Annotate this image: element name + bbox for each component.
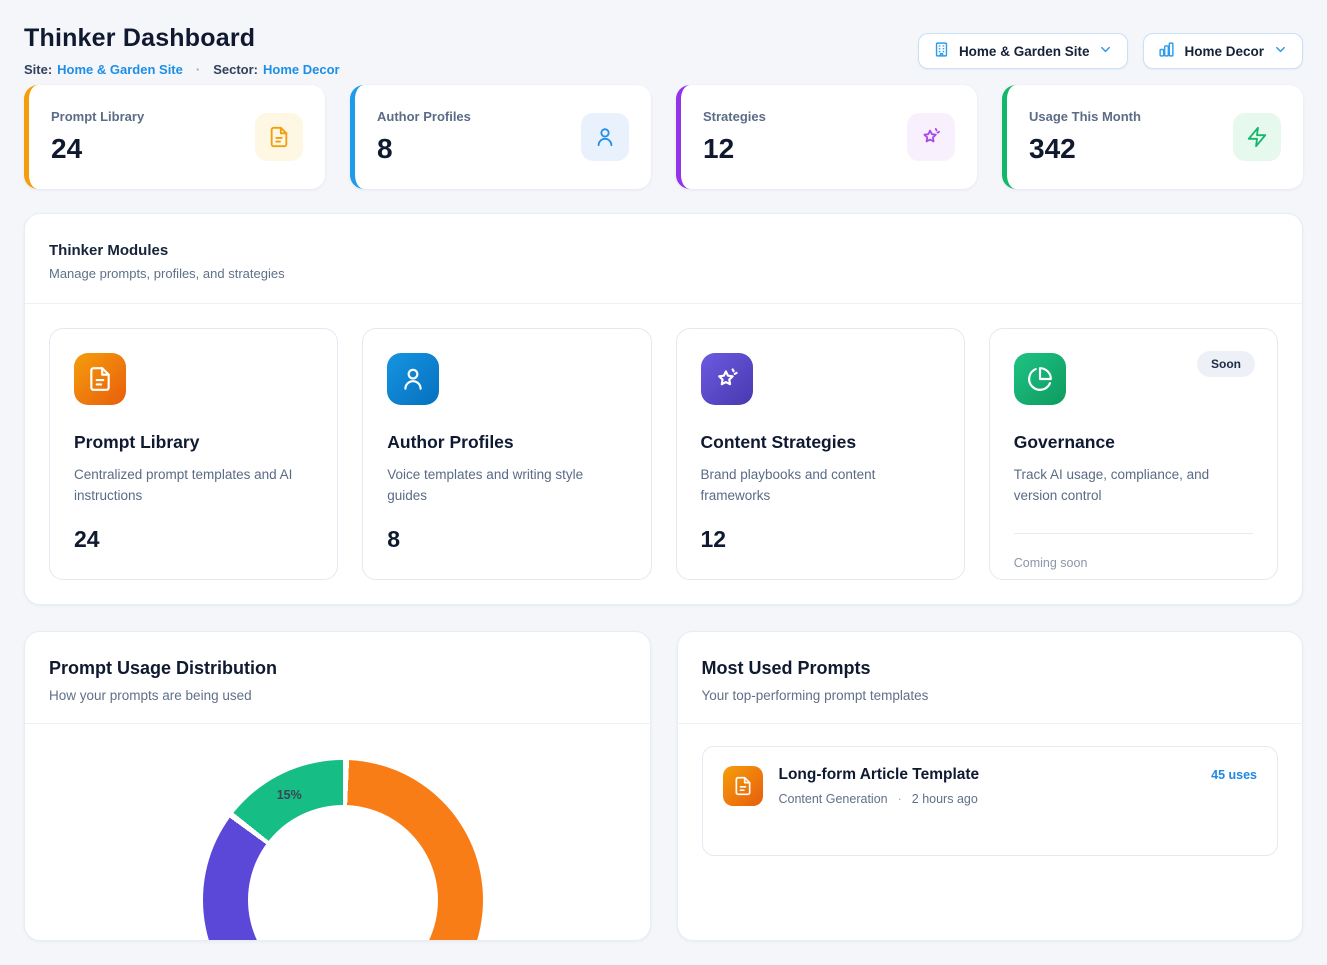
prompts-list: Long-form Article Template Content Gener… (678, 724, 1303, 878)
panel-header: Thinker Modules Manage prompts, profiles… (25, 214, 1302, 304)
stat-label: Strategies (703, 109, 766, 124)
meta-dot: · (898, 792, 902, 806)
module-title: Content Strategies (701, 432, 940, 453)
stat-info: Author Profiles 8 (377, 109, 471, 165)
module-card-governance[interactable]: Soon Governance Track AI usage, complian… (989, 328, 1278, 580)
donut-chart-area: 15% (25, 724, 650, 941)
breadcrumb-dot: · (196, 62, 200, 77)
stat-info: Strategies 12 (703, 109, 766, 165)
header-left: Thinker Dashboard Site: Home & Garden Si… (24, 24, 340, 77)
prompt-item-uses: 45 uses (1211, 768, 1257, 782)
stat-value: 342 (1029, 133, 1141, 165)
module-title: Governance (1014, 432, 1253, 453)
stat-card-prompt-library: Prompt Library 24 (24, 85, 325, 189)
prompt-item-category: Content Generation (779, 792, 888, 806)
module-description: Centralized prompt templates and AI inst… (74, 465, 313, 507)
prompt-item-meta: Content Generation · 2 hours ago (779, 792, 1196, 806)
donut-slice-label: 15% (277, 788, 302, 802)
usage-card-header: Prompt Usage Distribution How your promp… (25, 632, 650, 724)
sparkle-star-icon (701, 353, 753, 405)
module-count: 8 (387, 526, 626, 553)
user-icon (581, 113, 629, 161)
dashboard-page: Thinker Dashboard Site: Home & Garden Si… (0, 0, 1327, 965)
soon-badge: Soon (1197, 351, 1255, 377)
module-description: Brand playbooks and content frameworks (701, 465, 940, 507)
module-card-content-strategies[interactable]: Content Strategies Brand playbooks and c… (676, 328, 965, 580)
prompt-item-time: 2 hours ago (912, 792, 978, 806)
site-selector-button[interactable]: Home & Garden Site (918, 33, 1129, 69)
coming-soon-text: Coming soon (1014, 533, 1253, 570)
stat-card-strategies: Strategies 12 (676, 85, 977, 189)
header-selectors: Home & Garden Site Home Decor (918, 33, 1303, 69)
module-card-prompt-library[interactable]: Prompt Library Centralized prompt templa… (49, 328, 338, 580)
file-text-icon (74, 353, 126, 405)
page-title: Thinker Dashboard (24, 24, 340, 53)
usage-card-title: Prompt Usage Distribution (49, 658, 626, 679)
most-used-prompts-card: Most Used Prompts Your top-performing pr… (677, 631, 1304, 941)
prompt-list-item[interactable]: Long-form Article Template Content Gener… (702, 746, 1279, 856)
module-card-author-profiles[interactable]: Author Profiles Voice templates and writ… (362, 328, 651, 580)
prompt-item-title: Long-form Article Template (779, 766, 1196, 784)
usage-card-subtitle: How your prompts are being used (49, 688, 626, 703)
prompts-card-title: Most Used Prompts (702, 658, 1279, 679)
building-icon (933, 41, 950, 61)
thinker-modules-panel: Thinker Modules Manage prompts, profiles… (24, 213, 1303, 605)
prompts-card-subtitle: Your top-performing prompt templates (702, 688, 1279, 703)
stat-value: 8 (377, 133, 471, 165)
module-title: Author Profiles (387, 432, 626, 453)
stat-label: Prompt Library (51, 109, 144, 124)
modules-grid: Prompt Library Centralized prompt templa… (25, 304, 1302, 604)
usage-distribution-card: Prompt Usage Distribution How your promp… (24, 631, 651, 941)
sector-selector-label: Home Decor (1184, 44, 1264, 59)
topbar: Thinker Dashboard Site: Home & Garden Si… (24, 24, 1303, 77)
bottom-row: Prompt Usage Distribution How your promp… (24, 631, 1303, 941)
stat-info: Prompt Library 24 (51, 109, 144, 165)
stat-card-author-profiles: Author Profiles 8 (350, 85, 651, 189)
module-count: 12 (701, 526, 940, 553)
user-icon (387, 353, 439, 405)
sector-link[interactable]: Home Decor (263, 62, 340, 77)
sparkle-star-icon (907, 113, 955, 161)
stat-value: 12 (703, 133, 766, 165)
chevron-down-icon (1273, 42, 1288, 60)
breadcrumb: Site: Home & Garden Site · Sector: Home … (24, 62, 340, 77)
panel-subtitle: Manage prompts, profiles, and strategies (49, 266, 1278, 281)
chevron-down-icon (1098, 42, 1113, 60)
stats-row: Prompt Library 24 Author Profiles 8 Stra… (24, 85, 1303, 189)
site-selector-label: Home & Garden Site (959, 44, 1090, 59)
usage-donut-chart: 15% (203, 760, 483, 941)
site-link[interactable]: Home & Garden Site (57, 62, 183, 77)
stat-card-usage: Usage This Month 342 (1002, 85, 1303, 189)
stat-info: Usage This Month 342 (1029, 109, 1141, 165)
prompts-card-header: Most Used Prompts Your top-performing pr… (678, 632, 1303, 724)
panel-title: Thinker Modules (49, 242, 1278, 259)
prompt-item-body: Long-form Article Template Content Gener… (779, 763, 1196, 806)
sector-label: Sector: (213, 62, 258, 77)
stat-label: Usage This Month (1029, 109, 1141, 124)
module-description: Track AI usage, compliance, and version … (1014, 465, 1253, 507)
file-text-icon (723, 766, 763, 806)
module-title: Prompt Library (74, 432, 313, 453)
bar-chart-icon (1158, 41, 1175, 61)
module-count: 24 (74, 526, 313, 553)
site-label: Site: (24, 62, 52, 77)
file-text-icon (255, 113, 303, 161)
stat-value: 24 (51, 133, 144, 165)
zap-icon (1233, 113, 1281, 161)
sector-selector-button[interactable]: Home Decor (1143, 33, 1303, 69)
module-description: Voice templates and writing style guides (387, 465, 626, 507)
stat-label: Author Profiles (377, 109, 471, 124)
pie-chart-icon (1014, 353, 1066, 405)
